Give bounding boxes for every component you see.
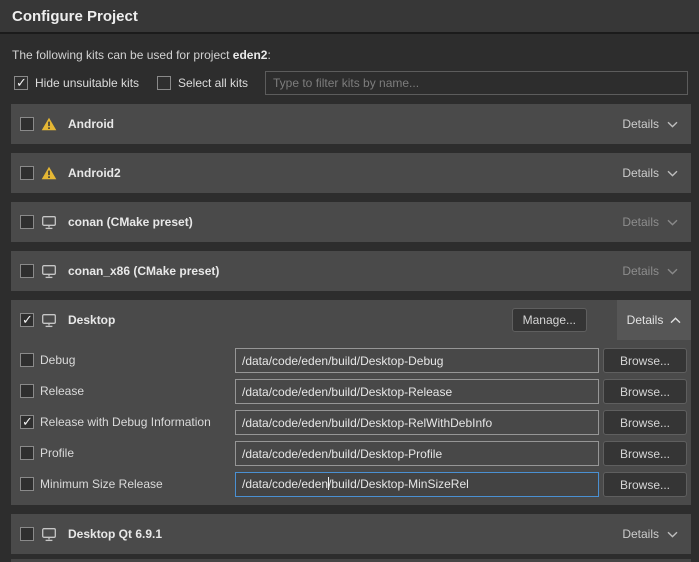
warning-icon	[41, 117, 57, 131]
config-label[interactable]: Release	[40, 379, 84, 404]
browse-button[interactable]: Browse...	[603, 410, 687, 435]
kit-name: Android2	[68, 166, 121, 180]
select-all-kits-group: Select all kits	[157, 73, 248, 93]
chevron-down-icon	[667, 166, 678, 180]
config-checkbox[interactable]	[20, 477, 34, 491]
details-label: Details	[622, 166, 659, 180]
configure-project-page: Configure Project The following kits can…	[0, 0, 699, 562]
details-label: Details	[622, 117, 659, 131]
details-label: Details	[622, 527, 659, 541]
kit-row-desktop-qt: Desktop Qt 6.9.1 Details	[11, 514, 691, 554]
details-toggle[interactable]: Details	[622, 264, 691, 278]
intro-suffix: :	[267, 48, 270, 62]
details-label: Details	[622, 215, 659, 229]
config-label[interactable]: Release with Debug Information	[40, 410, 211, 435]
hide-unsuitable-kits-group: Hide unsuitable kits	[14, 73, 139, 93]
path-text-after-caret: /build/Desktop-MinSizeRel	[328, 477, 469, 491]
project-name: eden2	[233, 48, 268, 62]
details-toggle-expanded[interactable]: Details	[617, 300, 691, 340]
config-label[interactable]: Debug	[40, 348, 75, 373]
intro-prefix: The following kits can be used for proje…	[12, 48, 233, 62]
hide-unsuitable-kits-checkbox[interactable]	[14, 76, 28, 90]
build-path-input[interactable]	[235, 348, 599, 373]
kit-checkbox[interactable]	[20, 166, 34, 180]
page-title: Configure Project	[12, 8, 138, 25]
kit-row-conan-x86: conan_x86 (CMake preset) Details	[11, 251, 691, 291]
config-label[interactable]: Minimum Size Release	[40, 472, 163, 497]
kit-name: Android	[68, 117, 114, 131]
warning-icon	[41, 166, 57, 180]
path-text-before-caret: /data/code/eden	[242, 477, 328, 491]
browse-button[interactable]: Browse...	[603, 348, 687, 373]
config-checkbox[interactable]	[20, 353, 34, 367]
kit-row-desktop-expanded: Desktop Manage... Details Debug Browse..…	[11, 300, 691, 505]
browse-button[interactable]: Browse...	[603, 472, 687, 497]
hide-unsuitable-kits-label[interactable]: Hide unsuitable kits	[35, 76, 139, 90]
config-checkbox[interactable]	[20, 415, 34, 429]
intro-text: The following kits can be used for proje…	[12, 48, 271, 62]
details-toggle[interactable]: Details	[622, 166, 691, 180]
chevron-down-icon	[667, 117, 678, 131]
build-path-input-focused[interactable]: /data/code/eden/build/Desktop-MinSizeRel	[235, 472, 599, 497]
monitor-icon	[41, 264, 57, 279]
browse-button[interactable]: Browse...	[603, 441, 687, 466]
monitor-icon	[41, 313, 57, 328]
details-toggle[interactable]: Details	[622, 117, 691, 131]
details-label: Details	[622, 264, 659, 278]
build-path-input[interactable]	[235, 379, 599, 404]
build-path-input[interactable]	[235, 410, 599, 435]
config-label[interactable]: Profile	[40, 441, 74, 466]
config-row-profile: Profile Browse...	[11, 441, 691, 466]
details-label: Details	[627, 313, 664, 327]
kit-name: conan (CMake preset)	[68, 215, 193, 229]
build-path-input[interactable]	[235, 441, 599, 466]
kit-header-desktop: Desktop Manage... Details	[11, 300, 691, 340]
details-toggle[interactable]: Details	[622, 527, 691, 541]
kit-row-conan: conan (CMake preset) Details	[11, 202, 691, 242]
browse-button[interactable]: Browse...	[603, 379, 687, 404]
kit-checkbox[interactable]	[20, 313, 34, 327]
config-row-relwithdebinfo: Release with Debug Information Browse...	[11, 410, 691, 435]
select-all-kits-checkbox[interactable]	[157, 76, 171, 90]
kit-checkbox[interactable]	[20, 527, 34, 541]
config-row-release: Release Browse...	[11, 379, 691, 404]
chevron-up-icon	[670, 313, 681, 327]
kit-checkbox[interactable]	[20, 215, 34, 229]
config-checkbox[interactable]	[20, 446, 34, 460]
details-toggle[interactable]: Details	[622, 215, 691, 229]
chevron-down-icon	[667, 527, 678, 541]
manage-button[interactable]: Manage...	[512, 308, 587, 332]
kit-name: Desktop Qt 6.9.1	[68, 527, 162, 541]
kit-checkbox[interactable]	[20, 117, 34, 131]
config-checkbox[interactable]	[20, 384, 34, 398]
kit-name: Desktop	[68, 313, 115, 327]
monitor-icon	[41, 527, 57, 542]
kit-filter-input[interactable]	[265, 71, 688, 95]
select-all-kits-label[interactable]: Select all kits	[178, 76, 248, 90]
title-bar: Configure Project	[0, 0, 699, 34]
chevron-down-icon	[667, 215, 678, 229]
kit-checkbox[interactable]	[20, 264, 34, 278]
config-row-debug: Debug Browse...	[11, 348, 691, 373]
config-row-minsizerel: Minimum Size Release /data/code/eden/bui…	[11, 472, 691, 497]
chevron-down-icon	[667, 264, 678, 278]
kit-name: conan_x86 (CMake preset)	[68, 264, 219, 278]
monitor-icon	[41, 215, 57, 230]
kit-row-android2: Android2 Details	[11, 153, 691, 193]
kit-row-android: Android Details	[11, 104, 691, 144]
